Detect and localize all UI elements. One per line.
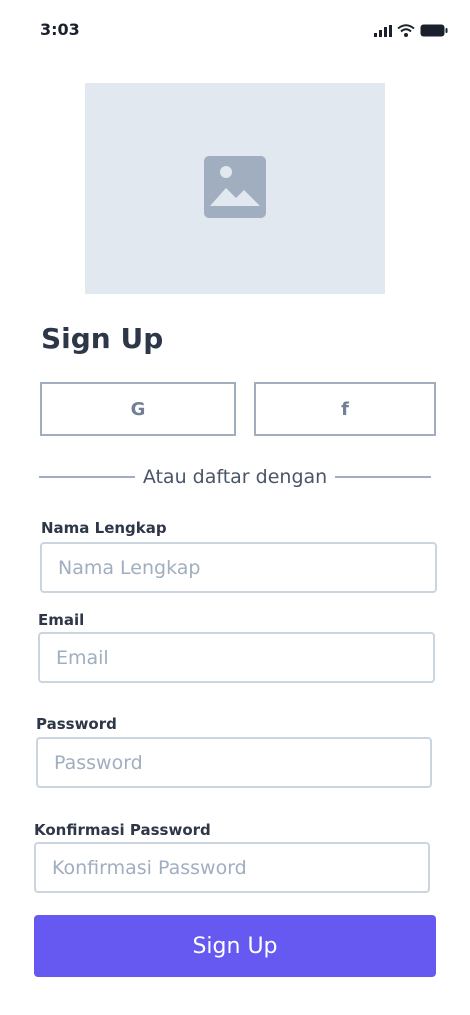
battery-icon [420,22,448,41]
facebook-icon: f [341,398,349,420]
facebook-signup-button[interactable]: f [254,382,436,436]
hero-image [85,83,385,294]
email-input[interactable] [38,632,435,683]
name-input[interactable] [40,542,437,593]
divider-line-right [335,476,432,478]
divider-line-left [39,476,135,478]
signal-icon [374,22,392,41]
email-label: Email [38,611,85,629]
confirm-password-label: Konfirmasi Password [34,821,211,839]
confirm-password-input[interactable] [34,842,430,893]
wifi-icon [397,22,415,41]
google-icon: G [130,398,146,420]
password-input[interactable] [36,737,432,788]
image-placeholder-icon [204,155,266,222]
status-icons [374,22,448,41]
divider-text: Atau daftar dengan [142,466,328,488]
page-title: Sign Up [41,322,164,355]
password-label: Password [36,715,117,733]
status-time: 3:03 [40,20,80,39]
google-signup-button[interactable]: G [40,382,236,436]
sign-up-button[interactable]: Sign Up [34,915,436,977]
divider: Atau daftar dengan [39,466,432,488]
name-label: Nama Lengkap [41,519,167,537]
